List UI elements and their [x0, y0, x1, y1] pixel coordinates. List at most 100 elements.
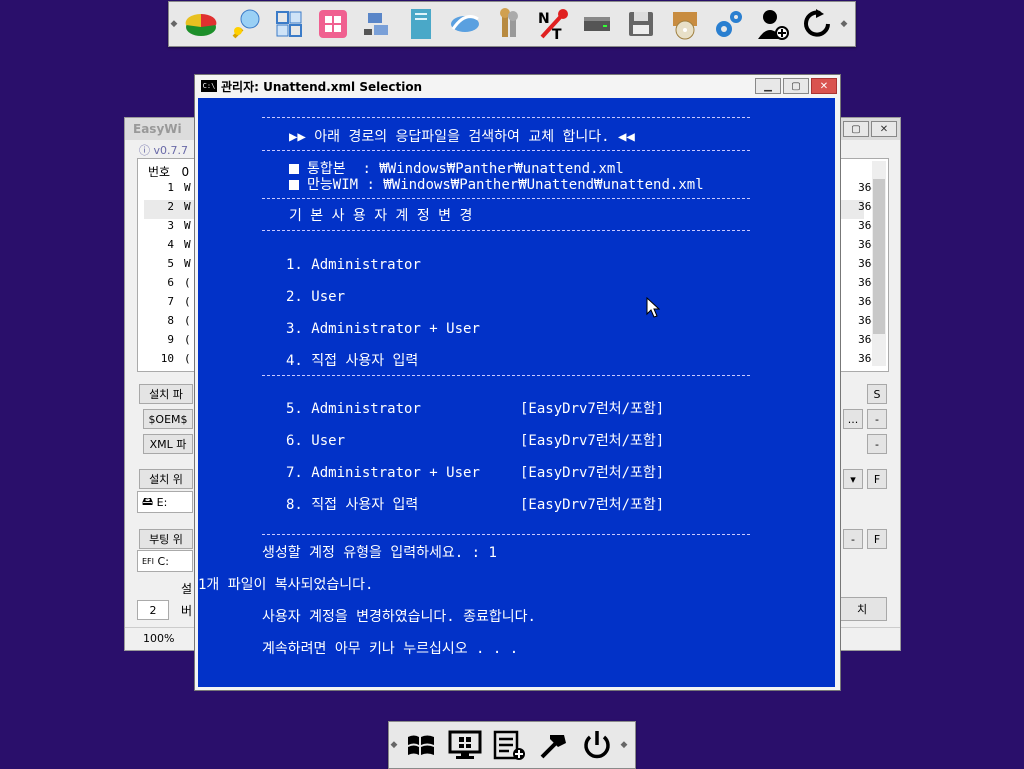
menu-option: 4. 직접 사용자 입력	[286, 353, 418, 369]
keys-icon[interactable]	[489, 4, 529, 44]
add-user-icon[interactable]	[753, 4, 793, 44]
top-toolbar: ◆ NT ◆	[168, 1, 856, 47]
row-number: 5	[167, 257, 174, 270]
install-drive-value: E:	[156, 495, 168, 509]
menu-option: 5. Administrator	[286, 401, 421, 417]
drive-icon-small: 🖴	[142, 494, 154, 508]
settings-gears-icon[interactable]	[709, 4, 749, 44]
copied-line: 1개 파일이 복사되었습니다.	[198, 577, 374, 593]
count-suffix: 버	[181, 604, 193, 618]
list-scrollbar[interactable]	[872, 161, 886, 366]
count-field[interactable]: 2	[137, 600, 169, 620]
option-label: 직접 사용자 입력	[311, 497, 419, 513]
drive-icon[interactable]	[577, 4, 617, 44]
monitor-windows-icon[interactable]	[445, 725, 485, 765]
svg-text:N: N	[538, 11, 550, 27]
bg-window-controls: ▢ ✕	[843, 121, 897, 137]
boot-drive-value: C:	[157, 554, 169, 568]
path-2: 만능WIM : ₩Windows₩Panther₩Unattend₩unatte…	[307, 177, 704, 193]
option-number: 7.	[286, 465, 303, 481]
f-button-1[interactable]: F	[867, 469, 887, 489]
console-controls: ▁ ▢ ✕	[755, 78, 837, 94]
svg-text:T: T	[552, 27, 562, 41]
browse-button[interactable]: ...	[843, 409, 863, 429]
windows8-logo-icon[interactable]	[313, 4, 353, 44]
windows-flag-icon[interactable]	[401, 725, 441, 765]
install-drive-button[interactable]: 설치 위	[139, 469, 193, 489]
toolbar-grip-right[interactable]: ◆	[619, 722, 629, 768]
toolbar-grip-left[interactable]: ◆	[389, 722, 399, 768]
toolbar-grip-left[interactable]: ◆	[169, 2, 179, 46]
console-window: C:\ 관리자: Unattend.xml Selection ▁ ▢ ✕ ▶▶…	[194, 74, 841, 691]
console-titlebar[interactable]: C:\ 관리자: Unattend.xml Selection	[195, 75, 840, 97]
option-number: 4.	[286, 353, 303, 369]
explorer-icon[interactable]	[445, 4, 485, 44]
path-line-2: 만능WIM : ₩Windows₩Panther₩Unattend₩unatte…	[289, 177, 704, 193]
console-output[interactable]: ▶▶ 아래 경로의 응답파일을 검색하여 교체 합니다. ◀◀ 통합본 : ₩W…	[198, 98, 835, 687]
row-number: 10	[160, 352, 174, 365]
toolbar-grip-right[interactable]: ◆	[839, 2, 849, 46]
dropdown-button[interactable]: ▾	[843, 469, 863, 489]
hammer-icon[interactable]	[533, 725, 573, 765]
power-icon[interactable]	[577, 725, 617, 765]
menu-option: 1. Administrator	[286, 257, 421, 273]
disk-partition-icon[interactable]	[181, 4, 221, 44]
option-tag: [EasyDrv7런처/포함]	[520, 497, 665, 513]
scrollbar-thumb[interactable]	[873, 179, 885, 334]
oem-button[interactable]: $OEM$	[143, 409, 193, 429]
option-label: Administrator + User	[311, 465, 480, 481]
version-label: ⓘ v0.7.7	[139, 144, 188, 157]
zoom-level: 100%	[143, 632, 175, 645]
path-1: 통합본 : ₩Windows₩Panther₩unattend.xml	[307, 161, 624, 177]
list-header: 번호 0	[148, 163, 189, 180]
minus-button-1[interactable]: -	[867, 409, 887, 429]
windows-tiles-icon[interactable]	[269, 4, 309, 44]
prompt-line: 생성할 계정 유형을 입력하세요. : 1	[262, 545, 497, 561]
option-label: Administrator	[311, 257, 421, 273]
option-number: 3.	[286, 321, 303, 337]
continue-line: 계속하려면 아무 키나 누르십시오 . . .	[262, 641, 519, 657]
header-number: 번호	[148, 165, 171, 179]
divider	[262, 230, 750, 231]
console-icon: C:\	[201, 80, 217, 92]
path-line-1: 통합본 : ₩Windows₩Panther₩unattend.xml	[289, 161, 624, 177]
floppy-icon[interactable]	[621, 4, 661, 44]
maximize-button[interactable]: ▢	[783, 78, 809, 94]
nt-password-icon[interactable]: NT	[533, 4, 573, 44]
install-path-button[interactable]: 설치 파	[139, 384, 193, 404]
boot-drive-field[interactable]: EFI C:	[137, 550, 193, 572]
run-wizard-icon[interactable]	[225, 4, 265, 44]
header-line: ▶▶ 아래 경로의 응답파일을 검색하여 교체 합니다. ◀◀	[289, 129, 635, 145]
row-number: 1	[167, 181, 174, 194]
xml-button[interactable]: XML 파	[143, 434, 193, 454]
bullet-square-icon	[289, 180, 299, 190]
bottom-toolbar: ◆ ◆	[388, 721, 636, 769]
menu-option: 7. Administrator + User	[286, 465, 480, 481]
refresh-icon[interactable]	[797, 4, 837, 44]
menu-option: 2. User	[286, 289, 345, 305]
cd-case-icon[interactable]	[665, 4, 705, 44]
bg-maximize-button[interactable]: ▢	[843, 121, 869, 137]
option-label: User	[311, 289, 346, 305]
s-button[interactable]: S	[867, 384, 887, 404]
minus-button-3[interactable]: -	[843, 529, 863, 549]
minus-button-2[interactable]: -	[867, 434, 887, 454]
boot-drive-button[interactable]: 부팅 위	[139, 529, 193, 549]
option-label: Administrator + User	[311, 321, 480, 337]
efi-icon: EFI	[142, 556, 155, 566]
divider	[262, 375, 750, 376]
f-button-2[interactable]: F	[867, 529, 887, 549]
bg-close-button[interactable]: ✕	[871, 121, 897, 137]
network-computers-icon[interactable]	[357, 4, 397, 44]
notepad-icon[interactable]	[401, 4, 441, 44]
menu-option: 3. Administrator + User	[286, 321, 480, 337]
changed-line: 사용자 계정을 변경하였습니다. 종료합니다.	[262, 609, 536, 625]
section-title: 기 본 사 용 자 계 정 변 경	[289, 208, 473, 224]
task-list-add-icon[interactable]	[489, 725, 529, 765]
row-number: 2	[167, 200, 174, 213]
close-button[interactable]: ✕	[811, 78, 837, 94]
install-button[interactable]: 치	[837, 597, 887, 621]
install-drive-field[interactable]: 🖴 E:	[137, 491, 193, 513]
option-label: 직접 사용자 입력	[311, 353, 419, 369]
minimize-button[interactable]: ▁	[755, 78, 781, 94]
